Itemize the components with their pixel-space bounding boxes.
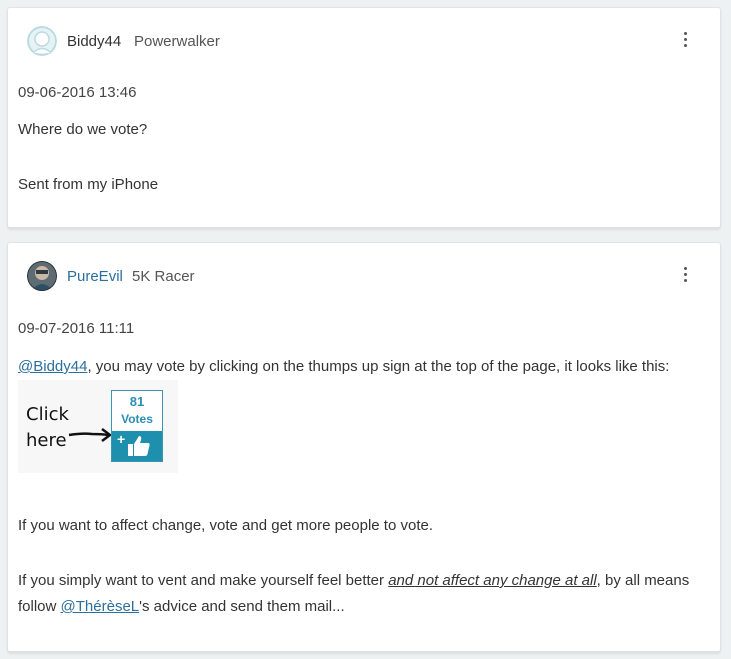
post-body-paragraph: If you simply want to vent and make your…	[18, 568, 710, 620]
kudos-vote-button: 81 Votes +	[111, 390, 163, 462]
post-card-biddy44: Biddy44 Powerwalker 09-06-2016 13:46 Whe…	[7, 7, 721, 228]
author-username[interactable]: Biddy44	[67, 33, 121, 50]
author-username[interactable]: PureEvil	[67, 268, 123, 285]
user-mention-link[interactable]: @ThérèseL	[61, 598, 140, 615]
post-body-text: , you may vote by clicking on the thumps…	[87, 358, 670, 375]
click-label: Click	[26, 404, 69, 425]
post-body-text: If you simply want to vent and make your…	[18, 572, 389, 589]
post-body-paragraph: If you want to affect change, vote and g…	[18, 517, 433, 534]
arrow-right-icon	[68, 428, 113, 442]
more-vertical-icon[interactable]	[680, 32, 690, 52]
author-rank: Powerwalker	[134, 33, 220, 50]
post-body-line: Sent from my iPhone	[18, 176, 159, 193]
post-date: 09-07-2016 11:11	[18, 320, 135, 337]
thumbs-up-button: +	[112, 431, 162, 461]
plus-sign: +	[117, 431, 126, 447]
emphasized-text: and not affect any change at all	[388, 572, 597, 589]
user-photo-avatar[interactable]	[27, 261, 57, 291]
post-body-paragraph: @Biddy44, you may vote by clicking on th…	[18, 354, 710, 380]
more-vertical-icon[interactable]	[680, 267, 690, 287]
vote-count: 81	[129, 394, 145, 409]
post-date: 09-06-2016 13:46	[18, 84, 137, 101]
thumbs-up-icon	[128, 436, 150, 456]
post-body-text: 's advice and send them mail...	[139, 598, 345, 615]
author-rank: 5K Racer	[132, 268, 195, 285]
post-body-line: Where do we vote?	[18, 121, 148, 138]
here-label: here	[26, 430, 67, 451]
vote-instruction-image: Click here 81 Votes +	[18, 380, 178, 473]
votes-label: Votes	[121, 412, 153, 426]
default-avatar-icon[interactable]	[27, 26, 57, 56]
user-mention-link[interactable]: @Biddy44	[18, 358, 87, 375]
post-card-pureevil: PureEvil 5K Racer 09-07-2016 11:11 @Bidd…	[7, 242, 721, 652]
